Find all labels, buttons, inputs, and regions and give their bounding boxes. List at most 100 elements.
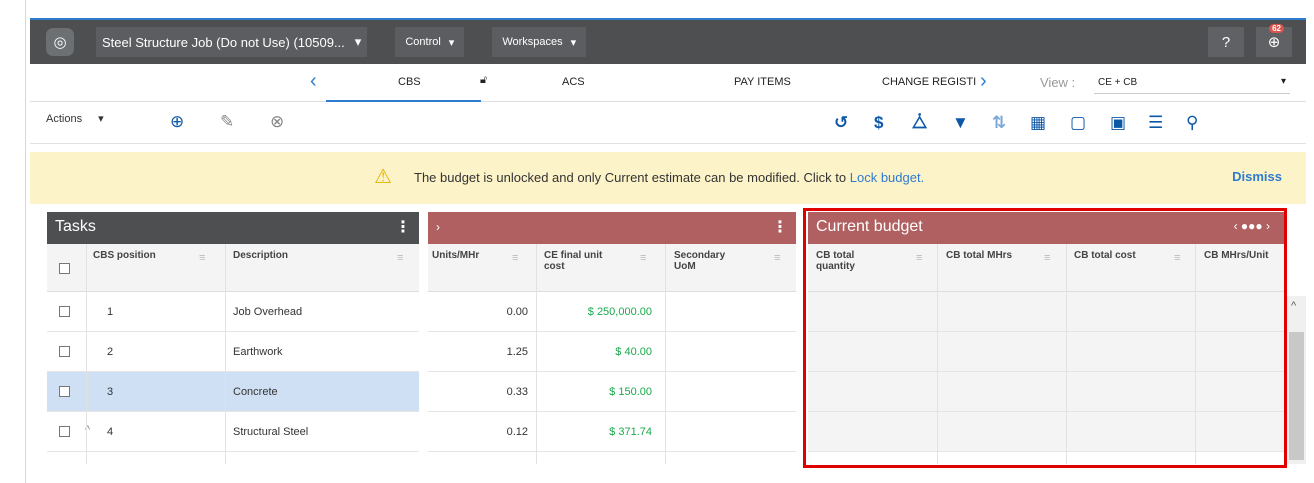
toolbar: Actions ▾ ⊕ ✎ ⊗ ↺ $ ⧊ ▼ ⇅ ▦ ▢ ▣ ☰ ⚲: [30, 102, 1306, 144]
col-ce-final-unit-cost[interactable]: CE final unit cost: [544, 250, 614, 272]
select-all-checkbox[interactable]: [59, 263, 70, 274]
clipboard-icon[interactable]: ▢: [1070, 113, 1086, 133]
row-checkbox[interactable]: [59, 426, 70, 437]
units-mhr: 0.33: [506, 386, 528, 398]
table-row[interactable]: 0.12 $ 371.74: [428, 412, 796, 452]
tasks-grid-header: CBS position ≡ Description ≡: [47, 244, 419, 292]
chevron-down-icon: ▾: [570, 36, 577, 49]
grid-divider: [86, 244, 87, 464]
col-description[interactable]: Description: [233, 250, 288, 261]
filter-icon[interactable]: ≡: [512, 252, 518, 264]
tab-change-register[interactable]: CHANGE REGISTI: [882, 76, 976, 88]
banner-message: The budget is unlocked and only Current …: [414, 170, 924, 185]
notification-badge: 62: [1269, 24, 1284, 33]
lock-budget-link[interactable]: Lock budget.: [850, 170, 924, 185]
cbs-position: 1: [107, 306, 114, 318]
col-secondary-uom[interactable]: Secondary UoM: [674, 250, 734, 272]
scroll-up-icon[interactable]: ^: [1291, 300, 1296, 312]
table-row[interactable]: 0.33 $ 150.00: [428, 372, 796, 412]
help-icon[interactable]: ?: [1208, 27, 1244, 57]
ce-final-unit-cost: $ 150.00: [609, 386, 652, 398]
view-select[interactable]: CE + CB ▾: [1094, 72, 1290, 94]
units-mhr: 1.25: [506, 346, 528, 358]
cbs-position: 3: [107, 386, 114, 398]
vertical-scrollbar[interactable]: ^: [1287, 296, 1306, 464]
cbs-position: 2: [107, 346, 114, 358]
chevron-right-icon[interactable]: ›: [436, 220, 440, 234]
more-vertical-icon[interactable]: ⋮: [772, 217, 788, 237]
ce-final-unit-cost: $ 371.74: [609, 426, 652, 438]
workspaces-menu[interactable]: Workspaces ▾: [492, 27, 587, 57]
warning-icon: ⚠: [374, 166, 392, 188]
tasks-panel-header: Tasks ⋮: [47, 212, 419, 244]
chevron-down-icon: ▾: [1280, 76, 1286, 87]
delete-icon[interactable]: ⊗: [270, 112, 284, 132]
units-mhr: 0.12: [506, 426, 528, 438]
mid-panel-header: › ⋮: [428, 212, 796, 244]
grid-divider: [225, 244, 226, 464]
description: Concrete: [233, 386, 278, 398]
scrollbar-thumb[interactable]: [1289, 332, 1304, 460]
control-label: Control: [405, 36, 441, 48]
currency-icon[interactable]: $: [874, 113, 883, 133]
more-vertical-icon[interactable]: ⋮: [395, 217, 411, 237]
chevron-right-icon[interactable]: ›: [980, 70, 987, 93]
edit-icon[interactable]: ✎: [220, 112, 234, 132]
table-row[interactable]: 1 Job Overhead: [47, 292, 419, 332]
row-checkbox[interactable]: [59, 306, 70, 317]
filter-icon[interactable]: ▼: [952, 113, 969, 133]
filter-icon[interactable]: ≡: [397, 252, 403, 264]
tab-acs[interactable]: ACS: [562, 76, 585, 88]
control-menu[interactable]: Control ▾: [395, 27, 465, 57]
mid-grid-header: Units/MHr ≡ CE final unit cost ≡ Seconda…: [428, 244, 796, 292]
view-label: View :: [1040, 75, 1076, 90]
table-row[interactable]: 0.00 $ 250,000.00: [428, 292, 796, 332]
table-row[interactable]: 2 Earthwork: [47, 332, 419, 372]
row-checkbox[interactable]: [59, 386, 70, 397]
tab-cbs[interactable]: CBS: [398, 76, 421, 88]
top-bar: ◎ Steel Structure Job (Do not Use) (1050…: [30, 18, 1306, 64]
add-icon[interactable]: ⊕: [170, 112, 184, 132]
filter-icon[interactable]: ≡: [199, 252, 205, 264]
app-logo-icon[interactable]: ◎: [46, 28, 74, 56]
description: Structural Steel: [233, 426, 309, 438]
tab-pay-items[interactable]: PAY ITEMS: [734, 76, 791, 88]
job-selector[interactable]: Steel Structure Job (Do not Use) (10509.…: [96, 27, 368, 57]
job-title: Steel Structure Job (Do not Use) (10509.…: [102, 34, 345, 50]
hierarchy-icon[interactable]: ⧊: [912, 113, 927, 133]
grid-icon[interactable]: ▦: [1030, 113, 1046, 133]
description: Earthwork: [233, 346, 283, 358]
highlight-box: [803, 208, 1287, 468]
ce-final-unit-cost: $ 250,000.00: [587, 306, 652, 318]
filter-icon[interactable]: ≡: [774, 252, 780, 264]
table-row[interactable]: ^ 4 Structural Steel: [47, 412, 419, 452]
table-row[interactable]: 3 Concrete: [47, 372, 419, 412]
grid-divider: [665, 244, 666, 464]
unlock-icon[interactable]: 🔓︎: [480, 74, 487, 87]
workspaces-label: Workspaces: [502, 36, 563, 48]
line-spacing-icon[interactable]: ☰: [1148, 113, 1163, 133]
actions-dropdown[interactable]: Actions ▾: [46, 112, 104, 126]
filter-icon[interactable]: ≡: [640, 252, 646, 264]
col-units-mhr[interactable]: Units/MHr: [432, 250, 479, 261]
col-cbs-position[interactable]: CBS position: [93, 250, 156, 261]
chevron-left-icon[interactable]: ‹: [310, 70, 317, 93]
tasks-title: Tasks: [55, 218, 96, 235]
row-checkbox[interactable]: [59, 346, 70, 357]
chevron-down-icon: ▾: [98, 113, 104, 125]
tab-bar: ‹ CBS 🔓︎ ACS PAY ITEMS CHANGE REGISTI › …: [30, 64, 1306, 102]
chevron-down-icon: ▾: [448, 36, 455, 49]
budget-unlocked-banner: ⚠ The budget is unlocked and only Curren…: [30, 152, 1306, 204]
view-value: CE + CB: [1098, 77, 1138, 88]
search-icon[interactable]: ⚲: [1186, 113, 1198, 133]
paste-icon[interactable]: ▣: [1110, 113, 1126, 133]
units-mhr: 0.00: [506, 306, 528, 318]
user-avatar-icon[interactable]: ⊕ 62: [1256, 24, 1292, 57]
banner-text: The budget is unlocked and only Current …: [414, 170, 847, 185]
ce-final-unit-cost: $ 40.00: [615, 346, 652, 358]
table-row[interactable]: 1.25 $ 40.00: [428, 332, 796, 372]
refresh-icon[interactable]: ↺: [834, 113, 848, 133]
sort-az-icon[interactable]: ⇅: [992, 113, 1006, 133]
dismiss-link[interactable]: Dismiss: [1232, 169, 1282, 184]
actions-label: Actions: [46, 112, 83, 125]
